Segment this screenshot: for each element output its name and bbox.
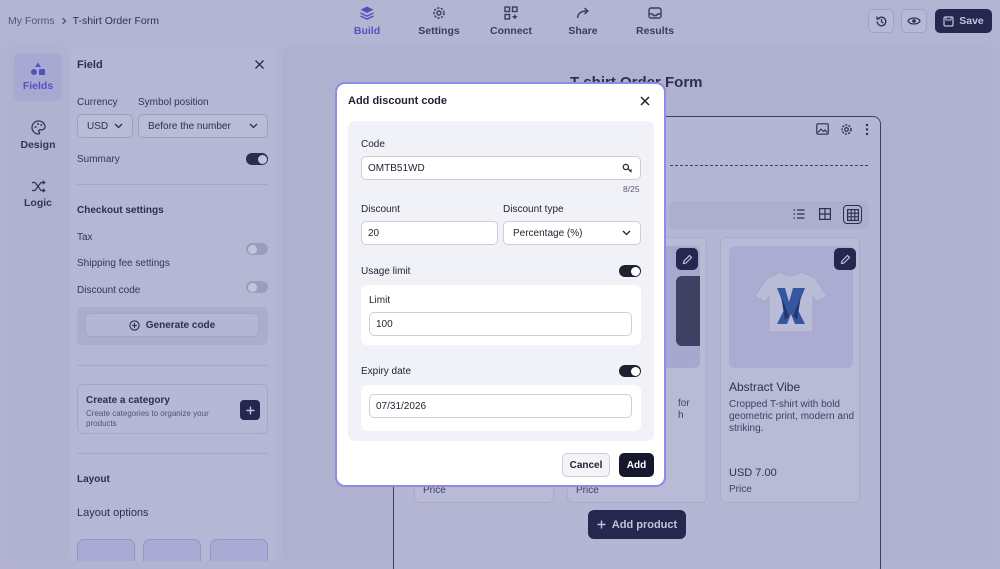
discount-type-value: Percentage (%) — [513, 227, 583, 239]
expiry-date-toggle[interactable] — [619, 365, 641, 377]
cancel-button[interactable]: Cancel — [562, 453, 610, 477]
usage-limit-panel: Limit 100 — [361, 285, 641, 345]
usage-limit-toggle[interactable] — [619, 265, 641, 277]
cancel-label: Cancel — [569, 459, 603, 471]
add-button[interactable]: Add — [619, 453, 654, 477]
discount-type-label: Discount type — [503, 204, 564, 215]
limit-value: 100 — [376, 318, 393, 330]
close-icon — [640, 96, 650, 106]
dialog-body: Code OMTB51WD 8/25 Discount Discount typ… — [348, 121, 654, 441]
discount-value: 20 — [368, 227, 380, 239]
expiry-date-panel: 07/31/2026 — [361, 385, 641, 431]
limit-label: Limit — [369, 295, 391, 306]
expiry-date-label: Expiry date — [361, 366, 412, 377]
chevron-down-icon — [622, 230, 631, 236]
discount-type-select[interactable]: Percentage (%) — [503, 221, 641, 245]
usage-limit-label: Usage limit — [361, 266, 411, 277]
code-value: OMTB51WD — [368, 162, 425, 174]
limit-input[interactable]: 100 — [369, 312, 632, 336]
code-char-counter: 8/25 — [623, 184, 640, 194]
add-label: Add — [626, 459, 647, 471]
dialog-title: Add discount code — [348, 95, 447, 107]
discount-label: Discount — [361, 204, 400, 215]
expiry-date-input[interactable]: 07/31/2026 — [369, 394, 632, 418]
discount-input[interactable]: 20 — [361, 221, 498, 245]
code-input[interactable]: OMTB51WD — [361, 156, 641, 180]
regenerate-key-icon[interactable] — [622, 163, 634, 174]
add-discount-code-dialog: Add discount code Code OMTB51WD 8/25 Dis… — [335, 82, 666, 487]
code-label: Code — [361, 139, 385, 150]
expiry-date-value: 07/31/2026 — [376, 400, 427, 412]
dialog-close-button[interactable] — [640, 96, 650, 106]
